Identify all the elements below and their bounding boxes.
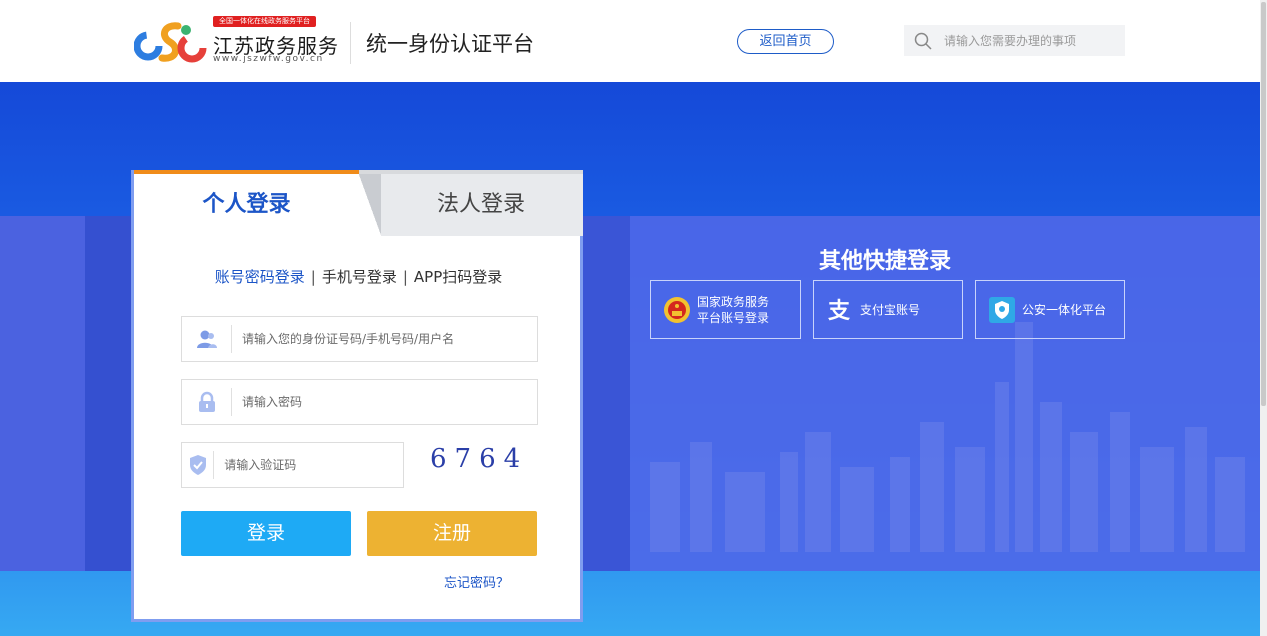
- password-field[interactable]: [181, 379, 538, 425]
- header: 全国一体化在线政务服务平台 江苏政务服务 www.jszwfw.gov.cn 统…: [0, 0, 1260, 82]
- user-icon: [196, 330, 217, 348]
- quick-login-title: 其他快捷登录: [818, 249, 951, 274]
- captcha-field[interactable]: [181, 442, 404, 488]
- quick-login-police[interactable]: 公安一体化平台: [975, 280, 1125, 339]
- quick-login-alipay[interactable]: 支 支付宝账号: [813, 280, 963, 339]
- password-input[interactable]: [242, 395, 522, 409]
- login-tabs: 个人登录 法人登录: [134, 170, 583, 236]
- search-box[interactable]: [904, 25, 1125, 56]
- quick-login-national-line2: 平台账号登录: [697, 310, 770, 325]
- quick-login-police-label: 公安一体化平台: [1022, 303, 1107, 317]
- mode-separator: |: [310, 268, 316, 286]
- login-button[interactable]: 登录: [181, 511, 351, 556]
- lock-icon: [198, 391, 215, 412]
- page-scrollbar[interactable]: [1260, 0, 1267, 636]
- shield-icon-wrap: [182, 451, 215, 479]
- captcha-input[interactable]: [224, 458, 403, 472]
- tab-legal-login[interactable]: 法人登录: [359, 170, 583, 236]
- logo-url: www.jszwfw.gov.cn: [213, 54, 324, 64]
- scrollbar-thumb[interactable]: [1261, 2, 1266, 406]
- quick-login-national-line1: 国家政务服务: [697, 294, 770, 309]
- tab-personal-login[interactable]: 个人登录: [134, 170, 359, 236]
- quick-login-national-label: 国家政务服务 平台账号登录: [697, 294, 769, 326]
- page-title: 统一身份认证平台: [366, 32, 534, 56]
- tab-slant-decoration: [359, 174, 381, 236]
- national-emblem-icon: [664, 296, 690, 323]
- police-shield-icon: [989, 296, 1015, 323]
- user-icon-wrap: [182, 325, 232, 353]
- forgot-password-link[interactable]: 忘记密码？: [444, 572, 509, 591]
- banner-band-side-left: [85, 216, 135, 571]
- quick-login-alipay-label: 支付宝账号: [860, 303, 921, 317]
- mode-phone[interactable]: 手机号登录: [322, 268, 397, 286]
- lock-icon-wrap: [182, 388, 232, 416]
- mode-app-scan[interactable]: APP扫码登录: [414, 268, 502, 286]
- header-divider: [350, 22, 351, 64]
- logo-badge: 全国一体化在线政务服务平台: [213, 16, 316, 27]
- site-logo-icon[interactable]: [134, 16, 210, 68]
- banner-band-side-right: [583, 216, 630, 571]
- mode-account-password[interactable]: 账号密码登录: [215, 268, 305, 286]
- search-icon[interactable]: [914, 32, 932, 50]
- login-card: 个人登录 法人登录 账号密码登录 | 手机号登录 | APP扫码登录 请输入您的…: [131, 170, 583, 622]
- captcha-image[interactable]: 6764: [430, 444, 540, 486]
- username-field[interactable]: [181, 316, 538, 362]
- alipay-icon: 支: [828, 299, 851, 324]
- quick-login-national-platform[interactable]: 国家政务服务 平台账号登录: [650, 280, 801, 339]
- register-button[interactable]: 注册: [367, 511, 537, 556]
- search-input[interactable]: [944, 33, 1114, 48]
- mode-separator: |: [402, 268, 408, 286]
- svg-text:支: 支: [828, 299, 851, 324]
- back-home-button[interactable]: 返回首页: [737, 29, 834, 54]
- shield-check-icon: [189, 455, 206, 475]
- username-input[interactable]: [242, 332, 522, 346]
- login-mode-switch: 账号密码登录 | 手机号登录 | APP扫码登录: [134, 266, 583, 287]
